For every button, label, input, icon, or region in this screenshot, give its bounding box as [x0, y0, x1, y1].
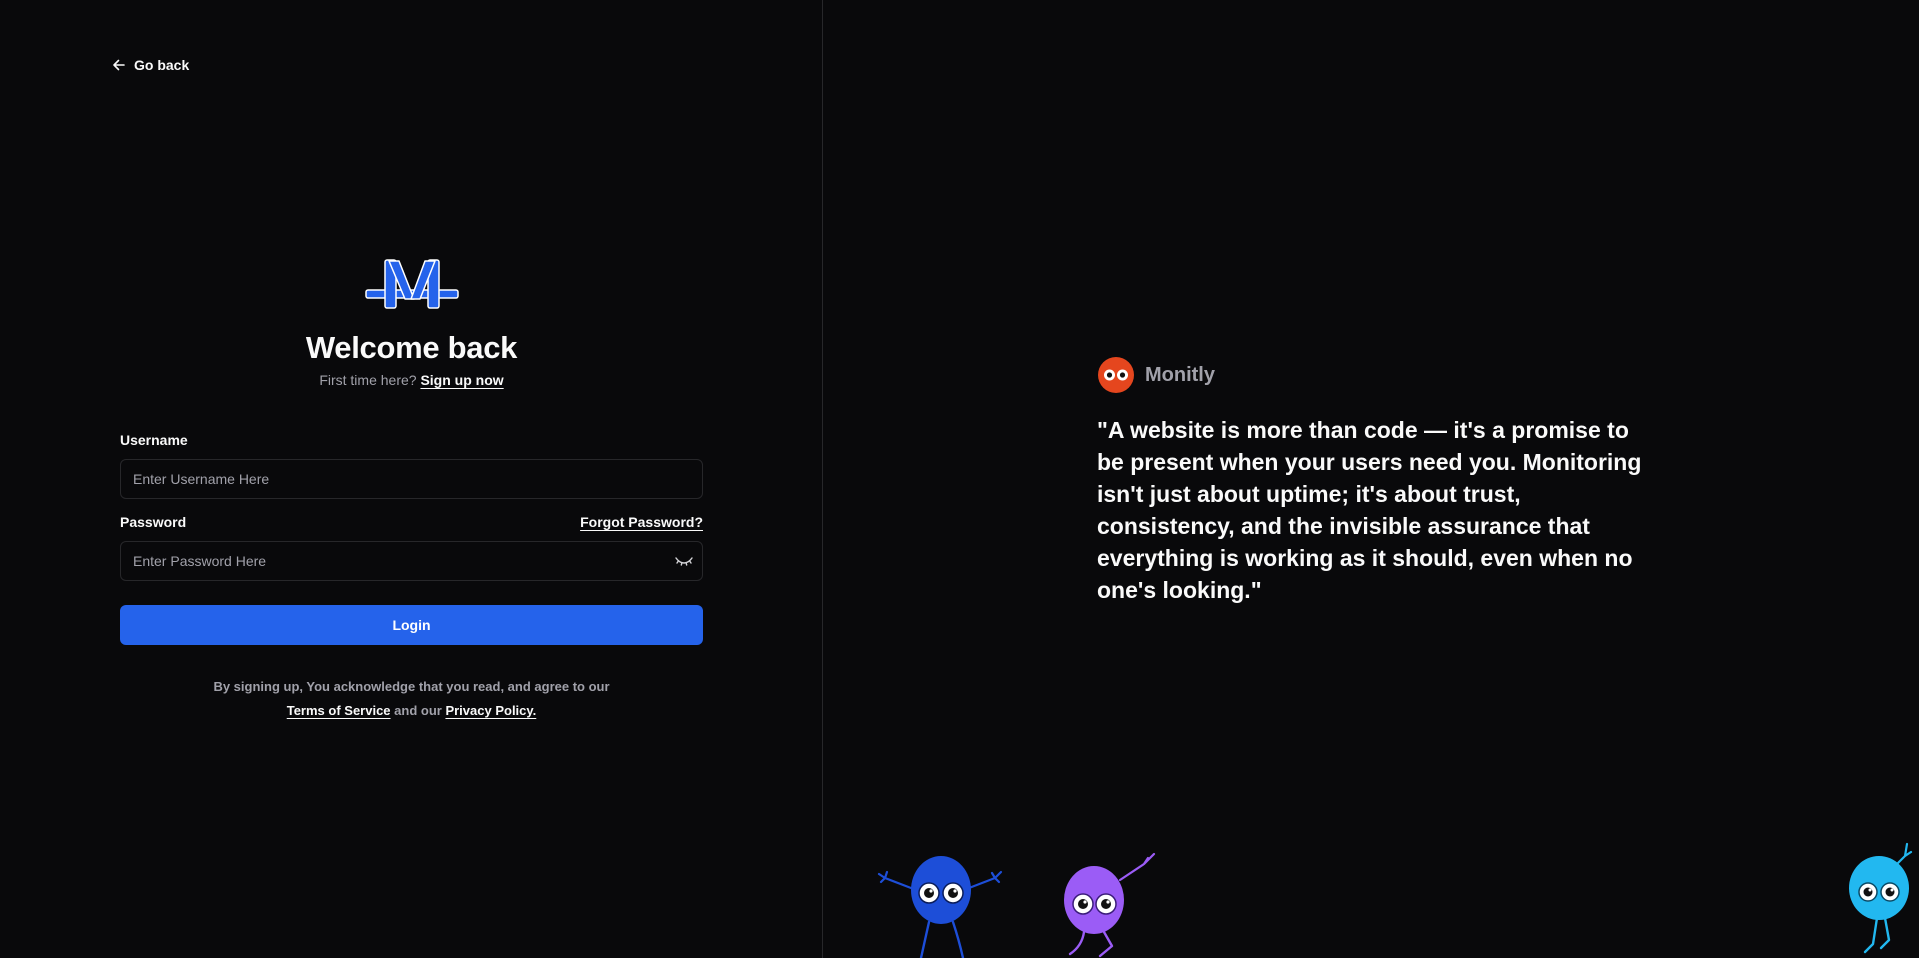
password-label-row: Password Forgot Password? — [120, 514, 703, 530]
logo — [120, 255, 703, 313]
legal-links-line: Terms of Service and our Privacy Policy. — [120, 699, 703, 723]
go-back-link[interactable]: Go back — [112, 57, 189, 73]
username-label: Username — [120, 432, 188, 448]
brand: Monitly — [1097, 356, 1657, 394]
login-panel: Go back Welcome back First time here? Si… — [0, 0, 823, 958]
testimonial: Monitly "A website is more than code — i… — [1097, 356, 1657, 606]
page-title: Welcome back — [305, 330, 518, 365]
terms-of-service-link[interactable]: Terms of Service — [287, 703, 391, 718]
login-form: Welcome back First time here? Sign up no… — [120, 255, 703, 723]
showcase-panel: Monitly "A website is more than code — i… — [823, 0, 1919, 958]
brand-name: Monitly — [1145, 363, 1215, 386]
privacy-policy-link[interactable]: Privacy Policy. — [445, 703, 536, 718]
monitly-m-logo-icon — [364, 259, 459, 309]
username-input[interactable] — [121, 460, 702, 498]
quote-text: "A website is more than code — it's a pr… — [1097, 417, 1642, 603]
password-label: Password — [120, 514, 187, 530]
password-input[interactable] — [121, 542, 702, 580]
signup-link[interactable]: Sign up now — [420, 372, 503, 388]
blue-creature-illustration — [877, 856, 1003, 958]
monitly-eyes-icon — [1098, 357, 1134, 393]
signup-prompt: First time here? Sign up now — [120, 372, 703, 388]
go-back-label: Go back — [134, 57, 190, 73]
signup-prompt-text: First time here? — [319, 372, 417, 388]
password-field-wrapper — [120, 541, 703, 581]
cyan-creature-illustration — [1849, 842, 1913, 954]
legal-connector: and our — [394, 703, 442, 718]
forgot-password-link[interactable]: Forgot Password? — [580, 514, 703, 530]
legal-notice: By signing up, You acknowledge that you … — [120, 675, 703, 723]
eye-closed-icon[interactable] — [674, 552, 694, 575]
username-label-row: Username — [120, 432, 703, 448]
purple-creature-illustration — [1064, 852, 1156, 958]
arrow-left-icon — [113, 59, 125, 71]
username-field-wrapper — [120, 459, 703, 499]
login-page: Go back Welcome back First time here? Si… — [0, 0, 1919, 958]
legal-text: By signing up, You acknowledge that you … — [213, 679, 610, 694]
login-button[interactable]: Login — [120, 605, 703, 645]
